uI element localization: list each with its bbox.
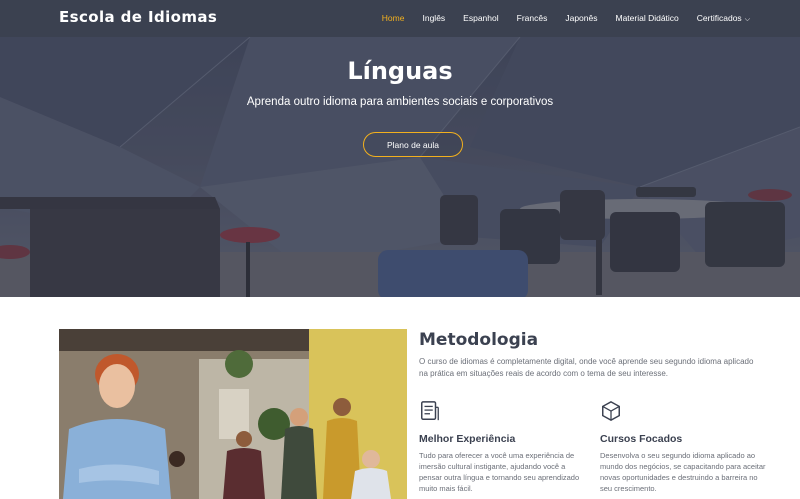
document-icon — [421, 401, 439, 421]
lesson-plan-button[interactable]: Plano de aula — [363, 132, 463, 157]
nav-item-ingles[interactable]: Inglês — [422, 13, 445, 24]
nav-item-home[interactable]: Home — [382, 13, 405, 24]
feature-better-experience: Melhor Experiência Tudo para oferecer a … — [419, 400, 589, 494]
methodology-title: Metodologia — [419, 330, 539, 350]
nav-item-frances[interactable]: Francês — [517, 13, 548, 24]
methodology-text: O curso de idiomas é completamente digit… — [419, 357, 754, 378]
hero-subtitle: Aprenda outro idioma para ambientes soci… — [246, 96, 554, 108]
about-photo — [59, 329, 407, 499]
feature-text: Tudo para oferecer a você uma experiênci… — [419, 451, 580, 493]
nav-item-certificados[interactable]: Certificados ⌵ — [697, 13, 750, 24]
feature-title: Melhor Experiência — [419, 433, 516, 445]
hero-section: Línguas Aprenda outro idioma para ambien… — [0, 37, 800, 297]
nav-item-japones[interactable]: Japonês — [565, 13, 597, 24]
feature-text: Desenvolva o seu segundo idioma aplicado… — [600, 451, 766, 493]
cube-icon — [602, 400, 620, 422]
hero-title: Línguas — [347, 57, 453, 85]
brand-logo[interactable]: Escola de Idiomas — [59, 8, 217, 26]
nav-item-certificados-label: Certificados — [696, 13, 742, 23]
chevron-down-icon: ⌵ — [744, 16, 750, 23]
nav-item-espanhol[interactable]: Espanhol — [463, 13, 498, 24]
feature-title: Cursos Focados — [600, 433, 683, 445]
feature-focused-courses: Cursos Focados Desenvolva o seu segundo … — [600, 400, 770, 494]
nav-item-material-didatico[interactable]: Material Didático — [615, 13, 678, 24]
main-nav: Home Inglês Espanhol Francês Japonês Mat… — [364, 13, 750, 24]
top-navbar: Escola de Idiomas Home Inglês Espanhol F… — [0, 0, 800, 37]
office-people-image — [59, 329, 407, 499]
